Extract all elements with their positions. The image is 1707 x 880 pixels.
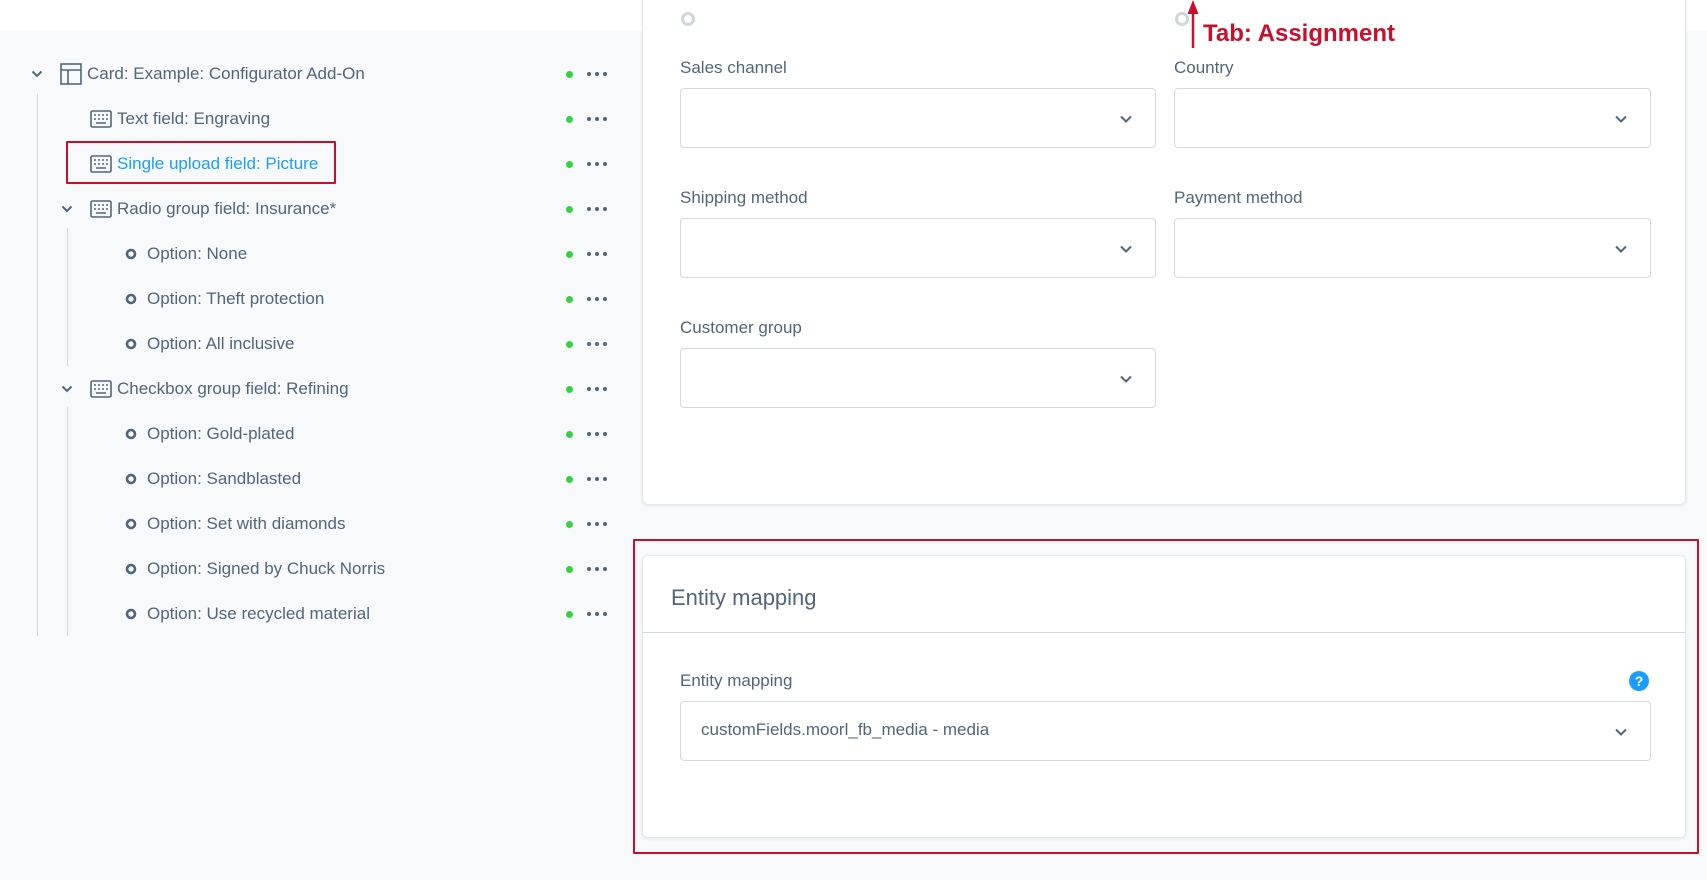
keyboard-icon [90, 380, 112, 398]
tree-item-label: Option: All inclusive [147, 334, 295, 353]
card-divider [643, 632, 1685, 633]
tree-item-label: Option: Signed by Chuck Norris [147, 559, 386, 578]
entity-mapping-card: Entity mapping Entity mapping ? customFi… [642, 555, 1686, 838]
circle-option-icon [125, 518, 137, 530]
tree-item[interactable]: Option: Set with diamonds [0, 502, 620, 547]
tree-item-label: Radio group field: Insurance* [117, 199, 337, 218]
annotation-tab-label: Tab: Assignment [1203, 20, 1396, 47]
status-dot [566, 296, 573, 303]
shipping-method-select[interactable] [680, 218, 1156, 278]
chevron-down-icon [1120, 115, 1132, 123]
status-dot [566, 341, 573, 348]
more-options-icon[interactable] [587, 608, 607, 620]
tree-item-label: Option: Set with diamonds [147, 514, 346, 533]
customer-group-label: Customer group [680, 318, 802, 337]
circle-option-icon [125, 473, 137, 485]
sales-channel-select[interactable] [680, 88, 1156, 148]
circle-option-icon [125, 563, 137, 575]
more-options-icon[interactable] [587, 203, 607, 215]
status-dot [566, 206, 573, 213]
chevron-down-icon[interactable] [61, 203, 73, 215]
status-dot [566, 161, 573, 168]
status-dot [566, 566, 573, 573]
sales-channel-label: Sales channel [680, 58, 787, 77]
tree-item[interactable]: Option: Use recycled material [0, 592, 620, 637]
circle-option-icon [125, 428, 137, 440]
keyboard-icon [90, 200, 112, 218]
circle-option-icon [125, 608, 137, 620]
chevron-down-icon [1615, 728, 1627, 736]
status-dot [566, 386, 573, 393]
circle-option-icon [125, 338, 137, 350]
status-dot [566, 431, 573, 438]
assignment-card: Sales channel Country Shipping method Pa… [642, 0, 1686, 505]
entity-mapping-title: Entity mapping [671, 585, 817, 610]
tree-item[interactable]: Option: Gold-plated [0, 412, 620, 457]
more-options-icon[interactable] [587, 383, 607, 395]
upload-field-highlight [66, 141, 336, 184]
circle-option-icon [125, 293, 137, 305]
tree-item[interactable]: Option: None [0, 232, 620, 277]
more-options-icon[interactable] [587, 338, 607, 350]
status-dot [566, 476, 573, 483]
tree-item-label: Option: None [147, 244, 248, 263]
payment-method-label: Payment method [1174, 188, 1303, 207]
tree-item[interactable]: Checkbox group field: Refining [0, 367, 620, 412]
tree-item-label: Option: Use recycled material [147, 604, 370, 623]
shipping-method-label: Shipping method [680, 188, 808, 207]
customer-group-select[interactable] [680, 348, 1156, 408]
country-label: Country [1174, 58, 1234, 77]
chevron-down-icon[interactable] [61, 383, 73, 395]
more-options-icon[interactable] [587, 248, 607, 260]
arrow-up-icon [1187, 0, 1199, 48]
layout-card-icon [60, 63, 82, 85]
tree-item[interactable]: Radio group field: Insurance* [0, 187, 620, 232]
status-dot [566, 116, 573, 123]
more-options-icon[interactable] [587, 473, 607, 485]
more-options-icon[interactable] [587, 563, 607, 575]
more-options-icon[interactable] [587, 158, 607, 170]
entity-mapping-value: customFields.moorl_fb_media - media [701, 720, 990, 739]
tree-item-label: Option: Gold-plated [147, 424, 295, 443]
tree-item[interactable]: Option: Theft protection [0, 277, 620, 322]
more-options-icon[interactable] [587, 113, 607, 125]
tree-item[interactable]: Text field: Engraving [0, 97, 620, 142]
chevron-down-icon[interactable] [31, 68, 43, 80]
status-dot [566, 521, 573, 528]
tree-item-label: Option: Sandblasted [147, 469, 302, 488]
tree-item-label: Text field: Engraving [117, 109, 271, 128]
more-options-icon[interactable] [587, 518, 607, 530]
tree-item[interactable]: Option: Sandblasted [0, 457, 620, 502]
entity-mapping-label: Entity mapping [680, 671, 793, 690]
more-options-icon[interactable] [587, 428, 607, 440]
status-dot [566, 251, 573, 258]
tree-item-label: Option: Theft protection [147, 289, 325, 308]
more-options-icon[interactable] [587, 293, 607, 305]
status-dot [566, 611, 573, 618]
tree-item-label: Card: Example: Configurator Add-On [87, 64, 365, 83]
radio-icon [681, 12, 695, 26]
circle-option-icon [125, 248, 137, 260]
chevron-down-icon [1120, 245, 1132, 253]
chevron-down-icon [1120, 375, 1132, 383]
entity-mapping-select[interactable]: customFields.moorl_fb_media - media [680, 701, 1651, 761]
payment-method-select[interactable] [1174, 218, 1651, 278]
tree-item-label: Checkbox group field: Refining [117, 379, 349, 398]
status-dot [566, 71, 573, 78]
tree-item[interactable]: Option: All inclusive [0, 322, 620, 367]
tree-item[interactable]: Card: Example: Configurator Add-On [0, 52, 620, 97]
tree-item[interactable]: Option: Signed by Chuck Norris [0, 547, 620, 592]
country-select[interactable] [1174, 88, 1651, 148]
keyboard-icon [90, 110, 112, 128]
chevron-down-icon [1615, 115, 1627, 123]
help-icon[interactable]: ? [1629, 671, 1649, 691]
chevron-down-icon [1615, 245, 1627, 253]
more-options-icon[interactable] [587, 68, 607, 80]
